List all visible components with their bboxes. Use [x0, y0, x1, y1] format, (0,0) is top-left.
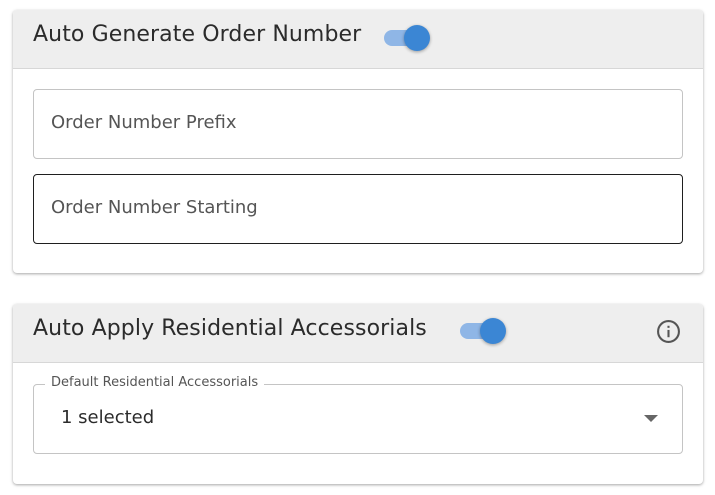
auto-residential-title: Auto Apply Residential Accessorials: [33, 316, 427, 341]
select-value: 1 selected: [61, 407, 155, 428]
auto-order-number-toggle[interactable]: [384, 25, 430, 51]
toggle-thumb: [480, 318, 506, 344]
select-label: Default Residential Accessorials: [45, 375, 265, 390]
order-number-prefix-placeholder: Order Number Prefix: [51, 112, 237, 133]
order-number-starting-field[interactable]: Order Number Starting: [33, 174, 683, 244]
auto-residential-card: Auto Apply Residential Accessorials Defa…: [13, 304, 703, 484]
dropdown-arrow-icon[interactable]: [644, 415, 658, 422]
order-number-starting-placeholder: Order Number Starting: [51, 197, 258, 218]
auto-order-number-card: Auto Generate Order Number Order Number …: [13, 10, 703, 273]
toggle-thumb: [404, 25, 430, 51]
order-number-prefix-field[interactable]: Order Number Prefix: [33, 89, 683, 159]
auto-residential-header: Auto Apply Residential Accessorials: [13, 304, 703, 363]
default-residential-accessorials-select[interactable]: Default Residential Accessorials 1 selec…: [33, 375, 683, 454]
auto-residential-toggle[interactable]: [460, 318, 506, 344]
auto-order-number-title: Auto Generate Order Number: [33, 22, 362, 47]
auto-order-number-header: Auto Generate Order Number: [13, 10, 703, 69]
info-icon[interactable]: [656, 319, 681, 344]
